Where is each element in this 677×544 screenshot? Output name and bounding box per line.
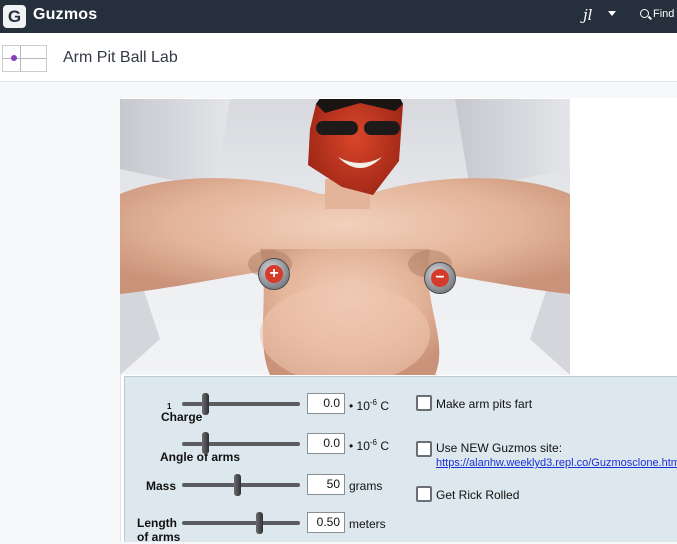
length-unit: meters <box>349 517 386 531</box>
top-nav-bar: G Guzmos jl Find <box>0 0 677 33</box>
length-slider-thumb[interactable] <box>256 512 263 534</box>
minus-sign-icon: − <box>431 269 449 287</box>
angle-value-field[interactable]: 0.0 <box>307 433 345 454</box>
find-label: Find <box>653 8 675 20</box>
brand-name[interactable]: Guzmos <box>33 6 97 24</box>
mass-value-field[interactable]: 50 <box>307 474 345 495</box>
face <box>308 99 403 195</box>
fart-checkbox[interactable] <box>416 395 432 411</box>
length-value-field[interactable]: 0.50 <box>307 512 345 533</box>
plus-sign-icon: + <box>265 265 283 283</box>
user-menu-button[interactable]: jl <box>583 6 592 24</box>
length-slider-track[interactable] <box>182 521 300 525</box>
mass-slider-thumb[interactable] <box>234 474 241 496</box>
rick-checkbox[interactable] <box>416 486 432 502</box>
fart-label: Make arm pits fart <box>436 397 533 411</box>
charge-label: Charge <box>161 410 203 424</box>
simulation-scene[interactable]: + − <box>120 99 570 375</box>
page-title: Arm Pit Ball Lab <box>63 49 178 66</box>
negative-ball-icon[interactable]: − <box>424 262 456 294</box>
caret-down-icon[interactable] <box>608 11 616 16</box>
mass-label: Mass <box>146 479 177 493</box>
angle-unit: • 10-6 C <box>349 438 390 453</box>
charge-slider-thumb[interactable] <box>202 393 209 415</box>
right-wall <box>455 99 570 189</box>
left-wall <box>120 99 230 189</box>
angle-label: Angle of arms <box>160 450 241 464</box>
guzmos-logo-icon[interactable]: G <box>3 5 26 28</box>
positive-ball-icon[interactable]: + <box>258 258 290 290</box>
charge-unit: • 10-6 C <box>349 398 390 413</box>
angle-slider-thumb[interactable] <box>202 432 209 454</box>
charge-value-field[interactable]: 0.0 <box>307 393 345 414</box>
mass-unit: grams <box>349 479 383 493</box>
charge-slider-track[interactable] <box>182 402 300 406</box>
rick-label: Get Rick Rolled <box>436 488 520 502</box>
length-label: Length of arms <box>137 516 181 544</box>
angle-slider-track[interactable] <box>182 442 300 446</box>
find-button[interactable]: Find <box>640 8 674 20</box>
scene-illustration <box>120 99 570 375</box>
lab-thumbnail-icon[interactable] <box>2 45 47 72</box>
new-site-link[interactable]: https://alanhw.weeklyd3.repl.co/Guzmoscl… <box>436 457 677 469</box>
search-icon <box>640 9 649 18</box>
mass-slider-track[interactable] <box>182 483 300 487</box>
new-site-label: Use NEW Guzmos site: <box>436 441 563 455</box>
new-site-checkbox[interactable] <box>416 441 432 457</box>
